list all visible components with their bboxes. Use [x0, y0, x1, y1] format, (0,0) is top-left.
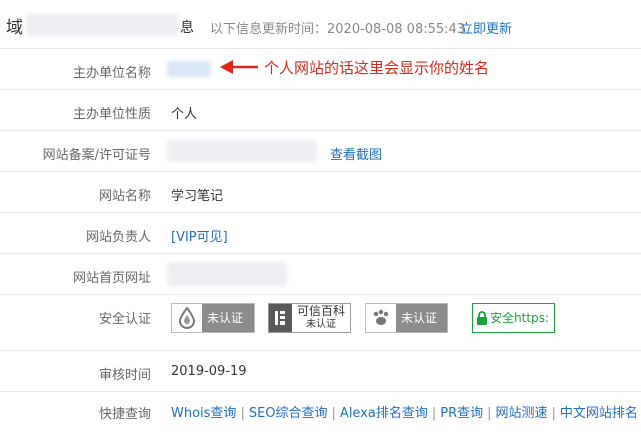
redacted-icp-number	[167, 140, 317, 162]
quick-links: Whois查询 | SEO综合查询 | Alexa排名查询 | PR查询 | 网站测速 | 中文网站…	[171, 402, 638, 421]
whois-link[interactable]: Whois查询	[171, 406, 236, 421]
page-title-prefix: 域	[6, 18, 23, 38]
audit-time-value: 2019-09-19	[171, 364, 247, 379]
audit-time-label: 审核时间	[98, 368, 151, 383]
site-name-label: 网站名称	[98, 189, 151, 204]
icp-license-label: 网站备案/许可证号	[42, 148, 151, 163]
badge-kexin-title: 可信百科	[296, 304, 345, 318]
badge-kexin-status: 未认证	[305, 319, 336, 330]
update-time-note: 以下信息更新时间：2020-08-08 08:55:43	[210, 22, 466, 37]
quick-link-separator: |	[331, 406, 336, 421]
homepage-url-label: 网站首页网址	[72, 271, 151, 286]
sponsor-type-label: 主办单位性质	[72, 107, 151, 122]
row-icp-license: 网站备案/许可证号 查看截图	[0, 130, 641, 172]
quick-search-label: 快捷查询	[98, 407, 151, 422]
redacted-title	[26, 14, 178, 36]
pr-link[interactable]: PR查询	[440, 406, 483, 421]
chinese-rank-link[interactable]: 中文网站排名	[560, 406, 638, 421]
quick-link-separator: |	[551, 406, 556, 421]
sponsor-name-label: 主办单位名称	[72, 66, 151, 81]
quick-link-separator: |	[240, 406, 245, 421]
badge-https-text: 安全https:	[490, 310, 549, 325]
badge-paw-text: 未认证	[401, 310, 438, 325]
refresh-now-link[interactable]: 立即更新	[460, 18, 512, 37]
paw-icon	[366, 304, 396, 332]
redacted-sponsor-name	[167, 61, 211, 77]
row-audit-time: 审核时间 2019-09-19	[0, 350, 641, 392]
speed-test-link[interactable]: 网站测速	[496, 406, 548, 421]
annotation-text: 个人网站的话这里会显示你的姓名	[264, 59, 490, 77]
row-site-owner: 网站负责人 [VIP可见]	[0, 212, 641, 254]
row-site-name: 网站名称 学习笔记	[0, 171, 641, 213]
badge-kexin-text: 可信百科 未认证	[292, 305, 350, 331]
badge-drop-text: 未认证	[207, 310, 244, 325]
view-screenshot-link[interactable]: 查看截图	[330, 144, 382, 163]
security-cert-label: 安全认证	[98, 312, 151, 327]
quick-link-separator: |	[487, 406, 492, 421]
quick-link-separator: |	[431, 406, 437, 421]
header: 域 息 以下信息更新时间：2020-08-08 08:55:43 立即更新	[0, 0, 641, 48]
kexin-icon	[269, 304, 292, 332]
row-sponsor-type: 主办单位性质 个人	[0, 89, 641, 131]
drop-icon	[172, 304, 202, 332]
sponsor-type-value: 个人	[171, 107, 198, 122]
lock-icon	[473, 304, 490, 332]
badge-drop-uncertified[interactable]: 未认证	[171, 303, 255, 333]
page-title-suffix: 息	[180, 20, 194, 36]
site-name-value: 学习笔记	[171, 189, 224, 204]
alexa-link[interactable]: Alexa排名查询	[340, 406, 428, 421]
badge-paw-uncertified[interactable]: 未认证	[365, 303, 448, 333]
site-owner-label: 网站负责人	[85, 230, 151, 245]
redacted-homepage-url	[167, 262, 287, 286]
row-homepage-url: 网站首页网址	[0, 253, 641, 295]
seo-link[interactable]: SEO综合查询	[249, 406, 328, 421]
badge-kexin-baike[interactable]: 可信百科 未认证	[268, 303, 351, 333]
arrow-left-icon	[220, 60, 258, 74]
badge-https-secure[interactable]: 安全https:	[472, 303, 555, 333]
vip-visible-link[interactable]: [VIP可见]	[171, 226, 228, 245]
